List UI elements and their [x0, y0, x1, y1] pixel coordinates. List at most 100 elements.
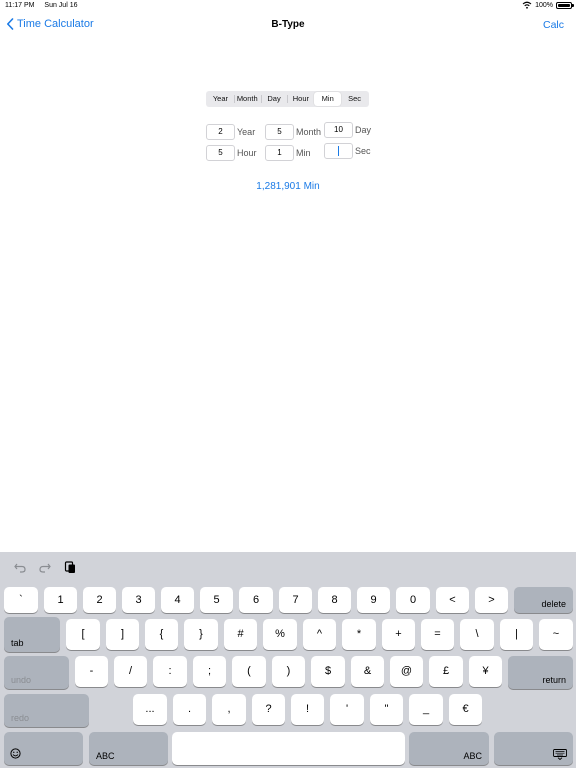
keyboard-shortcut-bar [0, 552, 576, 583]
undo-key[interactable]: undo [4, 656, 69, 689]
segment-day[interactable]: Day [260, 92, 288, 106]
delete-key-label: delete [541, 599, 566, 609]
status-time: 11:17 PM [5, 2, 35, 9]
emoji-key[interactable] [4, 732, 83, 765]
delete-key[interactable]: delete [514, 587, 573, 613]
abc-key-left[interactable]: ABC [89, 732, 168, 765]
redo-icon[interactable] [38, 560, 52, 574]
abc-key-right-label: ABC [463, 751, 482, 761]
key-equals[interactable]: = [421, 619, 454, 650]
day-field[interactable]: 10 [324, 122, 353, 138]
key-ellipsis[interactable]: ... [133, 694, 167, 725]
key-caret[interactable]: ^ [303, 619, 336, 650]
hide-keyboard-key[interactable] [494, 732, 573, 765]
key-less-than[interactable]: < [436, 587, 469, 613]
redo-key[interactable]: redo [4, 694, 89, 727]
key-slash[interactable]: / [114, 656, 147, 687]
status-right: 100% [522, 1, 574, 9]
segment-sec[interactable]: Sec [341, 92, 368, 106]
hour-field[interactable]: 5 [206, 145, 235, 161]
page-title: B-Type [271, 19, 305, 30]
app-window: 11:17 PM Sun Jul 16 100% Time Calculator… [0, 0, 576, 768]
key-yen[interactable]: ¥ [469, 656, 502, 687]
text-cursor [338, 145, 339, 156]
key-8[interactable]: 8 [318, 587, 351, 613]
key-question[interactable]: ? [252, 694, 285, 725]
keyboard: ` 1 2 3 4 5 6 7 8 9 0 < > delete tab [ ]… [0, 552, 576, 768]
key-semicolon[interactable]: ; [193, 656, 226, 687]
undo-icon[interactable] [13, 560, 27, 574]
abc-key-right[interactable]: ABC [409, 732, 489, 765]
abc-key-left-label: ABC [96, 751, 115, 761]
key-right-bracket[interactable]: ] [106, 619, 139, 650]
tab-key[interactable]: tab [4, 617, 60, 652]
sec-label: Sec [355, 146, 371, 156]
key-dollar[interactable]: $ [311, 656, 345, 687]
key-right-brace[interactable]: } [184, 619, 218, 650]
sec-field[interactable] [324, 143, 353, 159]
key-exclamation[interactable]: ! [291, 694, 324, 725]
key-9[interactable]: 9 [357, 587, 390, 613]
key-hash[interactable]: # [224, 619, 257, 650]
key-ampersand[interactable]: & [351, 656, 384, 687]
key-2[interactable]: 2 [83, 587, 116, 613]
key-at[interactable]: @ [390, 656, 423, 687]
status-left: 11:17 PM Sun Jul 16 [5, 2, 86, 9]
year-label: Year [237, 127, 256, 137]
key-greater-than[interactable]: > [475, 587, 508, 613]
key-pipe[interactable]: | [500, 619, 533, 650]
key-right-paren[interactable]: ) [272, 656, 305, 687]
key-apostrophe[interactable]: ' [330, 694, 364, 725]
status-bar: 11:17 PM Sun Jul 16 100% [0, 0, 576, 12]
redo-key-label: redo [11, 713, 30, 723]
tab-key-label: tab [11, 638, 24, 648]
hour-label: Hour [237, 148, 257, 158]
key-5[interactable]: 5 [200, 587, 233, 613]
min-label: Min [296, 148, 311, 158]
key-4[interactable]: 4 [161, 587, 194, 613]
key-euro[interactable]: € [449, 694, 482, 725]
key-backslash[interactable]: \ [460, 619, 494, 650]
return-key[interactable]: return [508, 656, 573, 689]
day-label: Day [355, 125, 372, 135]
key-6[interactable]: 6 [239, 587, 273, 613]
battery-icon [556, 1, 574, 9]
space-bar[interactable] [172, 732, 405, 765]
key-left-brace[interactable]: { [145, 619, 178, 650]
segment-year[interactable]: Year [207, 92, 234, 106]
key-pound[interactable]: £ [429, 656, 463, 687]
year-field[interactable]: 2 [206, 124, 235, 140]
battery-percent: 100% [535, 1, 553, 9]
key-hyphen[interactable]: - [75, 656, 108, 687]
keyboard-hide-icon [553, 749, 567, 760]
calc-button[interactable]: Calc [543, 19, 564, 31]
key-colon[interactable]: : [153, 656, 187, 687]
key-left-bracket[interactable]: [ [66, 619, 100, 650]
key-underscore[interactable]: _ [409, 694, 443, 725]
min-field[interactable]: 1 [265, 145, 294, 161]
segment-hour[interactable]: Hour [287, 92, 314, 106]
month-field[interactable]: 5 [265, 124, 294, 140]
key-7[interactable]: 7 [279, 587, 312, 613]
key-percent[interactable]: % [263, 619, 297, 650]
key-0[interactable]: 0 [396, 587, 430, 613]
undo-key-label: undo [11, 675, 32, 685]
key-tilde[interactable]: ~ [539, 619, 573, 650]
key-period[interactable]: . [173, 694, 206, 725]
navigation-bar: Time Calculator B-Type Calc [0, 12, 576, 40]
key-comma[interactable]: , [212, 694, 246, 725]
key-asterisk[interactable]: * [342, 619, 376, 650]
key-quote[interactable]: " [370, 694, 403, 725]
key-1[interactable]: 1 [44, 587, 77, 613]
return-key-label: return [542, 675, 566, 685]
key-plus[interactable]: + [382, 619, 415, 650]
segment-month[interactable]: Month [233, 92, 261, 106]
segment-min[interactable]: Min [314, 92, 342, 106]
wifi-icon [522, 1, 532, 9]
key-left-paren[interactable]: ( [232, 656, 266, 687]
paste-icon[interactable] [63, 560, 77, 574]
result-text: 1,281,901 Min [256, 181, 320, 192]
key-3[interactable]: 3 [122, 587, 155, 613]
status-date: Sun Jul 16 [44, 2, 78, 9]
key-backtick[interactable]: ` [4, 587, 38, 613]
